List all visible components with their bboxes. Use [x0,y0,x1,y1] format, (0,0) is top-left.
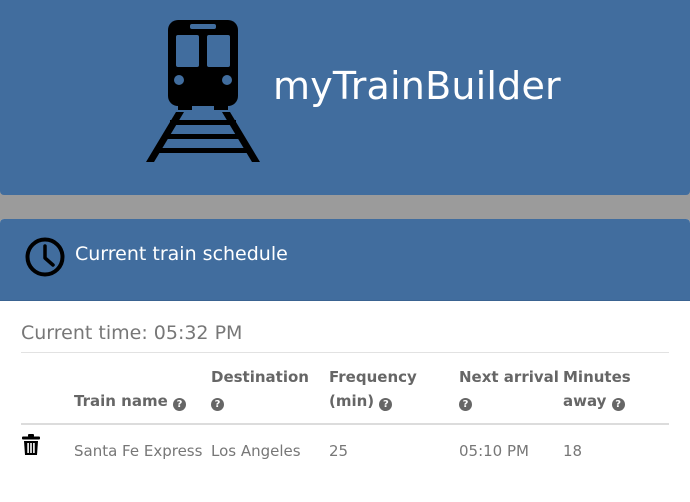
table-header-row: Train name ? Destination ? Frequency (mi… [21,353,669,425]
trash-icon[interactable] [21,434,41,456]
schedule-table: Train name ? Destination ? Frequency (mi… [21,353,669,475]
cell-destination: Los Angeles [211,442,301,460]
header-train-name[interactable]: Train name ? [74,353,211,425]
cell-next-arrival: 05:10 PM [459,442,529,460]
header-train-name-label: Train name [74,392,168,410]
cell-frequency: 25 [329,442,349,460]
clock-icon [25,237,65,277]
cell-minutes-away: 18 [563,442,583,460]
question-icon[interactable]: ? [379,398,393,411]
question-icon[interactable]: ? [211,398,224,411]
header-next-arrival-label: Next arrival [459,368,559,386]
question-icon[interactable]: ? [611,398,625,411]
cell-train-name: Santa Fe Express [74,442,203,460]
app-title: myTrainBuilder [273,64,561,108]
app-header: myTrainBuilder [0,0,690,195]
schedule-panel: Current train schedule Current time: 05:… [0,219,690,502]
header-destination-label: Destination [211,368,309,386]
header-destination[interactable]: Destination ? [211,353,329,425]
table-row: Santa Fe Express Los Angeles 25 05:10 PM… [21,424,669,475]
question-icon[interactable]: ? [172,398,186,411]
header-next-arrival[interactable]: Next arrival ? [459,353,563,425]
delete-cell [21,424,74,475]
header-frequency[interactable]: Frequency (min) ? [329,353,459,425]
train-icon [146,20,260,162]
panel-heading: Current train schedule [0,219,690,301]
header-minutes-away[interactable]: Minutes away ? [563,353,669,425]
panel-body: Current time: 05:32 PM Train name ? Dest… [0,301,690,475]
header-frequency-label: Frequency (min) [329,368,417,410]
header-delete-col [21,353,74,425]
panel-title: Current train schedule [75,243,288,265]
question-icon[interactable]: ? [459,398,472,411]
current-time: Current time: 05:32 PM [21,301,669,353]
